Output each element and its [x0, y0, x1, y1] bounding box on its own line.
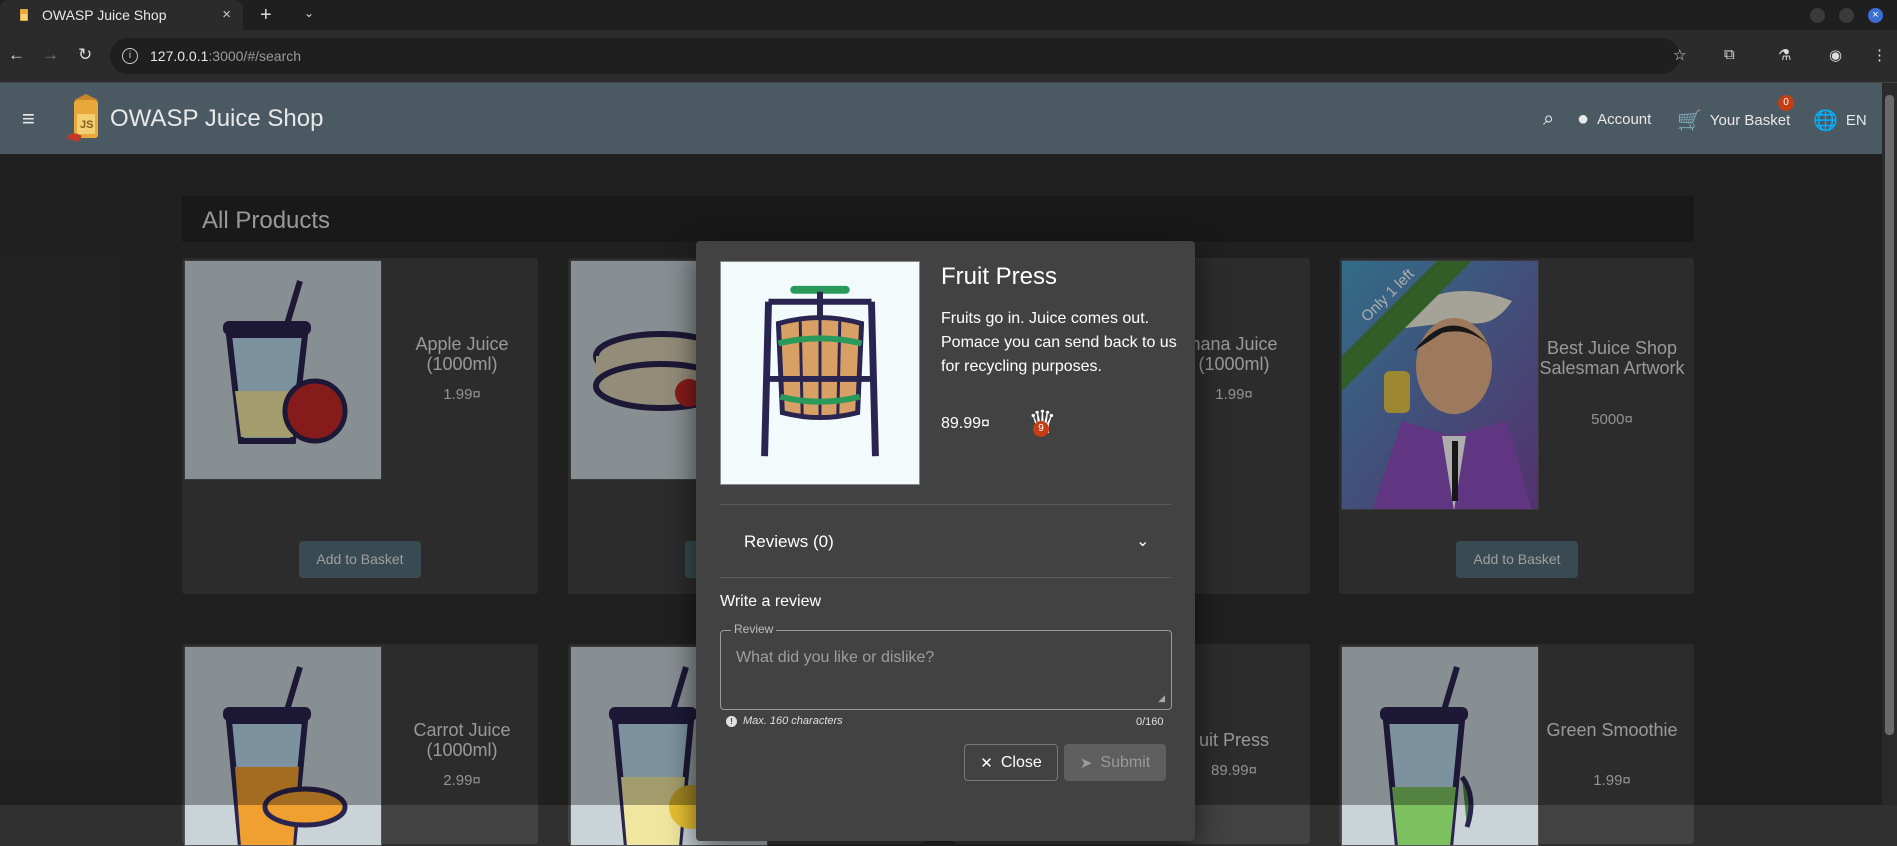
- cart-icon: 🛒: [1677, 110, 1702, 132]
- close-tab-icon[interactable]: ×: [222, 6, 231, 23]
- browser-menu-icon[interactable]: ⋮: [1872, 46, 1887, 64]
- close-icon: ✕: [980, 754, 993, 772]
- labs-flask-icon[interactable]: ⚗: [1778, 46, 1791, 64]
- tab-list-chevron-icon[interactable]: ⌄: [304, 6, 314, 20]
- basket-count-badge: 0: [1778, 95, 1794, 111]
- search-button[interactable]: ⌕: [1543, 108, 1562, 131]
- submit-button[interactable]: ➤ Submit: [1064, 744, 1166, 781]
- profile-icon[interactable]: ◉: [1829, 46, 1842, 64]
- divider: [720, 504, 1171, 505]
- minimize-window-button[interactable]: [1810, 8, 1825, 23]
- product-details-dialog: Fruit Press Fruits go in. Juice comes ou…: [696, 241, 1195, 841]
- back-arrow-icon[interactable]: ←: [8, 45, 25, 65]
- svg-text:JS: JS: [80, 119, 93, 131]
- url-field[interactable]: i 127.0.0.1:3000/#/search: [110, 38, 1680, 74]
- review-input[interactable]: [736, 649, 1156, 667]
- maximize-window-button[interactable]: [1839, 8, 1854, 23]
- submit-button-label: Submit: [1100, 753, 1151, 771]
- reviews-header[interactable]: Reviews (0): [744, 532, 834, 552]
- info-icon: !: [726, 715, 737, 727]
- browser-tab[interactable]: OWASP Juice Shop ×: [0, 0, 243, 30]
- account-label: Account: [1597, 111, 1652, 128]
- dialog-title: Fruit Press: [941, 263, 1058, 290]
- account-circle-icon: ●: [1577, 108, 1590, 130]
- review-field-label: Review: [731, 622, 777, 636]
- crown-badge: 9: [1033, 421, 1049, 437]
- extensions-icon[interactable]: ⧉: [1724, 46, 1735, 63]
- review-hint: ! Max. 160 characters: [726, 715, 843, 727]
- divider: [720, 577, 1171, 578]
- forward-arrow-icon[interactable]: →: [42, 45, 59, 65]
- account-button[interactable]: ● Account: [1577, 108, 1651, 131]
- url-path: :3000/#/search: [208, 48, 302, 64]
- resize-grip-icon[interactable]: ◢: [1158, 693, 1165, 704]
- basket-button[interactable]: 🛒 Your Basket: [1677, 108, 1790, 133]
- language-button[interactable]: 🌐 EN: [1813, 108, 1867, 133]
- app-toolbar: ≡ JS OWASP Juice Shop ⌕ ● Account 🛒 Your B…: [0, 83, 1882, 154]
- write-review-heading: Write a review: [720, 593, 822, 610]
- language-label: EN: [1845, 112, 1867, 129]
- character-counter: 0/160: [1136, 716, 1164, 728]
- fruit-press-image: [720, 261, 920, 485]
- close-button[interactable]: ✕ Close: [964, 744, 1058, 781]
- url-text: 127.0.0.1:3000/#/search: [150, 48, 301, 64]
- url-host: 127.0.0.1: [150, 48, 209, 64]
- dialog-price: 89.99¤: [941, 415, 990, 432]
- browser-address-bar: ← → ↻ i 127.0.0.1:3000/#/search ☆ ⧉ ⚗ ◉ …: [0, 30, 1897, 83]
- close-window-button[interactable]: ×: [1868, 8, 1883, 23]
- review-field[interactable]: Review ◢: [720, 622, 1172, 710]
- close-button-label: Close: [1000, 753, 1042, 771]
- basket-label: Your Basket: [1709, 112, 1791, 129]
- browser-tab-title: OWASP Juice Shop: [42, 7, 167, 23]
- juice-shop-favicon: [20, 9, 28, 21]
- new-tab-icon[interactable]: +: [260, 4, 272, 27]
- juice-shop-logo[interactable]: JS: [62, 94, 110, 144]
- review-hint-text: Max. 160 characters: [743, 715, 843, 727]
- page-scrollbar[interactable]: [1882, 83, 1897, 805]
- bookmark-star-icon[interactable]: ☆: [1673, 46, 1686, 64]
- search-icon: ⌕: [1543, 108, 1555, 130]
- globe-icon: 🌐: [1813, 110, 1838, 132]
- reload-icon[interactable]: ↻: [78, 45, 92, 65]
- hamburger-menu-icon[interactable]: ≡: [22, 106, 35, 132]
- product-description: Fruits go in. Juice comes out. Pomace yo…: [941, 310, 1177, 375]
- browser-tab-strip: OWASP Juice Shop × + ⌄ ×: [0, 0, 1897, 30]
- chevron-down-icon[interactable]: ⌄: [1136, 531, 1149, 551]
- scrollbar-thumb[interactable]: [1885, 95, 1894, 735]
- app-title: OWASP Juice Shop: [110, 105, 324, 132]
- send-icon: ➤: [1079, 754, 1093, 772]
- site-info-icon[interactable]: i: [122, 48, 138, 64]
